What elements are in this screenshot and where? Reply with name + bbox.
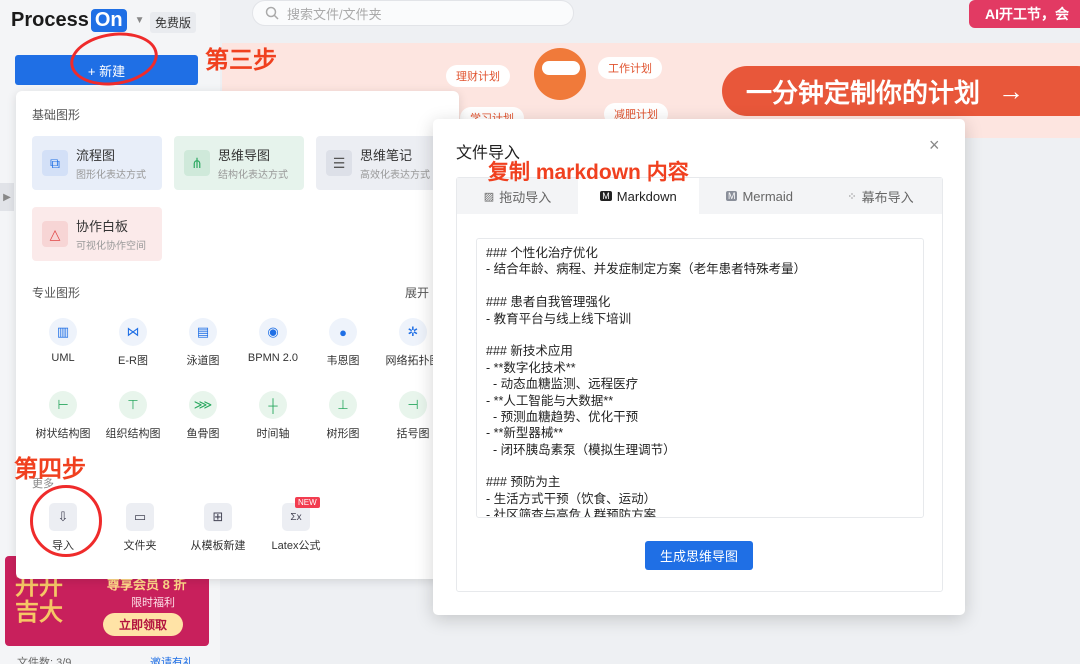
grid-item-swimlane[interactable]: ▤ 泳道图 [173, 318, 233, 368]
markdown-line: - 生活方式干预（饮食、运动） [486, 491, 657, 506]
annotation-step4: 第四步 [14, 456, 86, 483]
network-icon: ✲ [399, 318, 427, 346]
promo-sub: 限时福利 [131, 597, 175, 609]
annotation-step3: 第三步 [205, 47, 277, 74]
mascot-goggles [542, 61, 580, 75]
invite-link[interactable]: 邀请有礼 [150, 654, 194, 664]
markdown-line: ### 个性化治疗优化 [486, 246, 598, 260]
generate-mindmap-button[interactable]: 生成思维导图 [645, 541, 753, 570]
plan-tag: 理财计划 [446, 65, 510, 87]
file-import-modal: 文件导入 × ▨ 拖动导入 M Markdown M Mermaid ⁘ 幕布导入 ##… [433, 119, 965, 615]
markdown-line: - **新型器械** [486, 426, 564, 441]
markdown-line [486, 278, 914, 294]
promo-big-text: 开开 吉大 [15, 573, 63, 626]
markdown-line: - 预测血糖趋势、优化干预 [486, 409, 639, 424]
plan-badge[interactable]: 免费版 [150, 12, 197, 33]
image-icon: ▨ [483, 190, 495, 203]
markdown-line: ### 患者自我管理强化 [486, 295, 611, 310]
logo[interactable]: Process On ▼ [11, 9, 145, 32]
sidebar-expand-icon[interactable]: ▶ [0, 183, 14, 211]
whiteboard-icon: △ [42, 221, 68, 247]
venn-icon: ● [329, 318, 357, 346]
tree-icon: ⊢ [49, 391, 77, 419]
tab-mermaid[interactable]: M Mermaid [699, 178, 820, 214]
card-whiteboard[interactable]: △ 协作白板 可视化协作空间 [32, 207, 162, 261]
search-input[interactable]: 搜索文件/文件夹 [252, 0, 574, 26]
expand-button[interactable]: 展开 [405, 284, 429, 301]
plan-tag: 工作计划 [598, 57, 662, 79]
uml-icon: ▥ [49, 318, 77, 346]
file-count: 文件数: 3/9 [17, 657, 72, 664]
ai-banner[interactable]: AI开工节，会 [969, 0, 1080, 28]
grid-item-org[interactable]: ⊤ 组织结构图 [103, 391, 163, 441]
bpmn-icon: ◉ [259, 318, 287, 346]
markdown-line: - 动态血糖监测、远程医疗 [486, 377, 639, 392]
search-icon [265, 6, 279, 20]
grid-item-bpmn[interactable]: ◉ BPMN 2.0 [243, 318, 303, 364]
folder-icon: ▭ [126, 503, 154, 531]
arrow-right-icon: → [998, 75, 1025, 106]
grid-item-latex[interactable]: Σx Latex公式 [266, 503, 326, 553]
markdown-textarea[interactable]: ### 个性化治疗优化 - 结合年龄、病程、并发症制定方案（老年患者特殊考量） ##… [476, 238, 924, 518]
bracket-icon: ⊣ [399, 391, 427, 419]
plan-headline: 一分钟定制你的计划 [746, 77, 981, 108]
grid-item-timeline[interactable]: ┼ 时间轴 [243, 391, 303, 441]
pro-section-title: 专业图形 [32, 286, 81, 300]
import-tabs: ▨ 拖动导入 M Markdown M Mermaid ⁘ 幕布导入 ### 个性化治疗… [456, 177, 943, 592]
treemap-icon: ⊥ [329, 391, 357, 419]
fishbone-icon: ⋙ [189, 391, 217, 419]
grid-item-treemap[interactable]: ⊥ 树形图 [313, 391, 373, 441]
grid-item-folder[interactable]: ▭ 文件夹 [110, 503, 170, 553]
flowchart-icon: ⧉ [42, 150, 68, 176]
markdown-line: - 闭环胰岛素泵（模拟生理调节） [486, 442, 676, 457]
logo-text: Process [11, 9, 89, 31]
mubu-icon: ⁘ [847, 190, 857, 203]
close-icon[interactable]: × [929, 135, 940, 156]
markdown-line: - 社区筛查与高危人群预防方案 [486, 508, 657, 518]
markdown-line: - 结合年龄、病程、并发症制定方案（老年患者特殊考量） [486, 262, 807, 277]
er-icon: ⋈ [119, 318, 147, 346]
grid-item-tree[interactable]: ⊢ 树状结构图 [33, 391, 93, 441]
template-icon: ⊞ [204, 503, 232, 531]
grid-item-fishbone[interactable]: ⋙ 鱼骨图 [173, 391, 233, 441]
annotation-circle-step4 [30, 485, 102, 557]
plan-cta[interactable]: 一分钟定制你的计划 → [722, 66, 1080, 116]
grid-item-template[interactable]: ⊞ 从模板新建 [188, 503, 248, 553]
grid-item-uml[interactable]: ▥ UML [33, 318, 93, 364]
grid-item-er[interactable]: ⋈ E-R图 [103, 318, 163, 368]
tab-mubu[interactable]: ⁘ 幕布导入 [820, 178, 941, 214]
markdown-icon: M [600, 191, 612, 201]
basic-section-title: 基础图形 [32, 108, 81, 122]
chevron-down-icon[interactable]: ▼ [135, 15, 145, 26]
markdown-line: ### 新技术应用 [486, 344, 573, 359]
markdown-line: - 教育平台与线上线下培训 [486, 311, 632, 326]
timeline-icon: ┼ [259, 391, 287, 419]
new-badge: NEW [295, 497, 320, 508]
logo-badge: On [90, 9, 127, 32]
card-mindmap[interactable]: ⋔ 思维导图 结构化表达方式 [174, 136, 304, 190]
annotation-copy-markdown: 复制 markdown 内容 [488, 161, 689, 184]
markdown-line [486, 458, 914, 474]
markdown-line [486, 327, 914, 343]
mermaid-icon: M [725, 191, 738, 201]
swimlane-icon: ▤ [189, 318, 217, 346]
markdown-line: ### 预防为主 [486, 475, 561, 490]
card-mindnote[interactable]: ☰ 思维笔记 高效化表达方式 [316, 136, 446, 190]
org-icon: ⊤ [119, 391, 147, 419]
markdown-line: - **数字化技术** [486, 360, 576, 375]
mindmap-icon: ⋔ [184, 150, 210, 176]
grid-item-venn[interactable]: ● 韦恩图 [313, 318, 373, 368]
claim-button[interactable]: 立即领取 [103, 613, 184, 636]
search-placeholder: 搜索文件/文件夹 [287, 6, 382, 22]
card-flowchart[interactable]: ⧉ 流程图 图形化表达方式 [32, 136, 162, 190]
note-icon: ☰ [326, 150, 352, 176]
markdown-line: - **人工智能与大数据** [486, 393, 614, 408]
